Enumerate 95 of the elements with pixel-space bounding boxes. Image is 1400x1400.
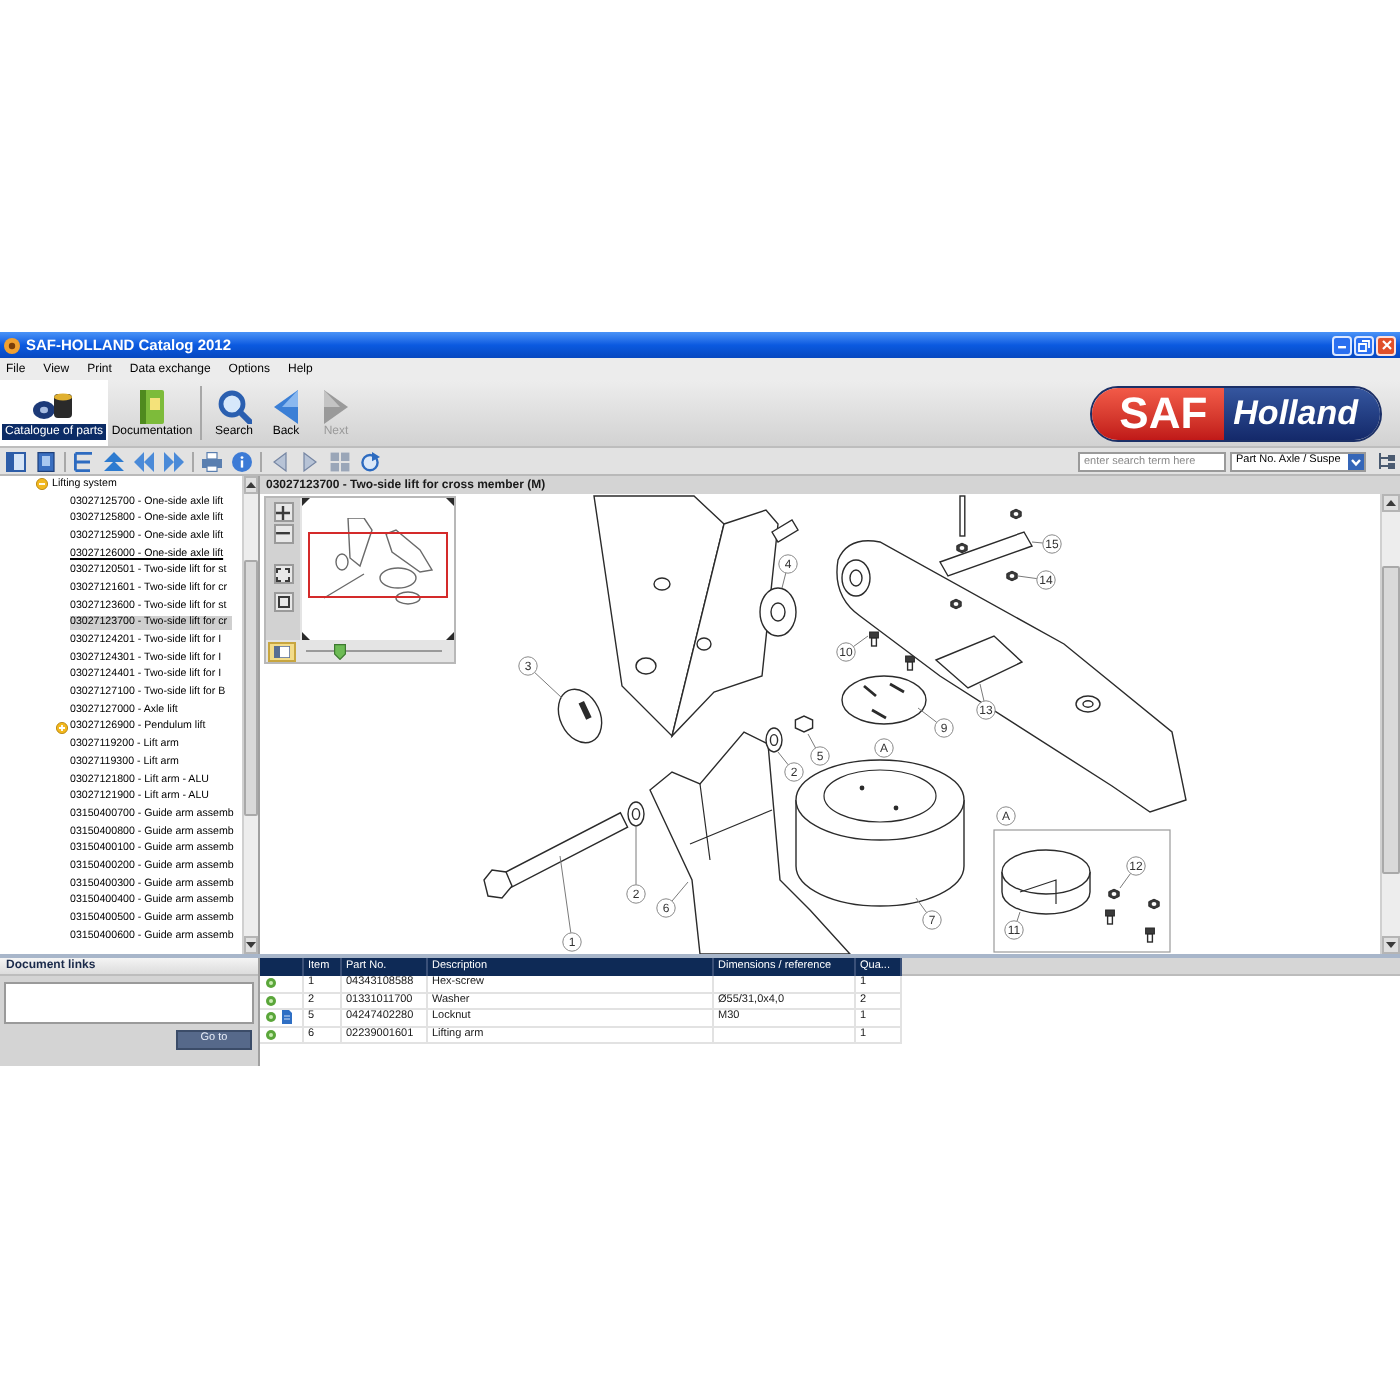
chevron-up-icon	[246, 482, 256, 488]
app-icon	[4, 337, 20, 353]
chevron-down-icon	[1386, 942, 1396, 948]
stud	[959, 495, 966, 537]
round-plate	[841, 675, 927, 725]
washer	[765, 727, 783, 753]
overview-thumbnail[interactable]	[302, 498, 454, 640]
framed-square-icon[interactable]	[36, 451, 56, 471]
logo-wordmark: Holland	[1223, 387, 1380, 439]
zoom-out-button[interactable]	[273, 524, 293, 544]
scrollbar-thumb[interactable]	[244, 560, 258, 816]
corner-handle-icon[interactable]	[302, 632, 310, 640]
overview-toggle-button[interactable]	[268, 641, 296, 661]
fit-to-window-button[interactable]	[273, 564, 293, 584]
printer-icon[interactable]	[202, 451, 222, 471]
actual-size-button[interactable]	[273, 592, 293, 612]
leader-line	[1016, 911, 1021, 922]
close-button[interactable]	[1376, 335, 1396, 355]
leader-line	[534, 671, 563, 699]
zoom-slider-thumb[interactable]	[334, 643, 346, 659]
leader-line	[1119, 872, 1132, 889]
close-icon	[1381, 340, 1391, 350]
leader-line	[979, 683, 985, 702]
chevron-up-icon	[1386, 500, 1396, 506]
scrollbar-track[interactable]	[242, 476, 258, 954]
nut	[950, 598, 962, 610]
nut	[956, 542, 968, 554]
corner-handle-icon[interactable]	[446, 498, 454, 506]
left-triangle-icon[interactable]	[270, 451, 290, 471]
restore-icon	[1358, 339, 1370, 351]
back-arrow-icon	[274, 389, 298, 423]
leader-line	[635, 825, 637, 886]
nut	[1108, 888, 1120, 900]
collapse-icon[interactable]	[36, 478, 48, 491]
scroll-down-button[interactable]	[244, 936, 258, 954]
square-icon	[277, 596, 289, 608]
scrollbar-thumb[interactable]	[1382, 566, 1400, 874]
leader-line	[915, 897, 928, 914]
minimize-button[interactable]	[1332, 335, 1352, 355]
corner-handle-icon[interactable]	[446, 632, 454, 640]
machine-parts-icon	[32, 392, 76, 420]
leader-line	[807, 733, 817, 749]
double-right-arrow-icon[interactable]	[164, 451, 184, 471]
cam-disc	[557, 688, 603, 744]
leader-line	[777, 751, 789, 766]
right-triangle-icon[interactable]	[300, 451, 320, 471]
leader-line	[1031, 541, 1044, 544]
zoom-in-button[interactable]	[273, 502, 293, 522]
expand-icon[interactable]	[56, 721, 68, 734]
zoom-slider-track[interactable]	[306, 643, 442, 659]
expand-arrows-icon	[276, 567, 290, 581]
dropdown-arrow-icon[interactable]	[1348, 453, 1364, 469]
nut	[1006, 570, 1018, 582]
minimize-icon	[1338, 346, 1346, 349]
restore-button[interactable]	[1354, 335, 1374, 355]
scroll-up-button[interactable]	[1382, 494, 1400, 512]
puck	[1001, 849, 1091, 915]
leader-line	[671, 881, 689, 902]
nut	[1010, 508, 1022, 520]
hierarchy-icon[interactable]	[1378, 452, 1396, 470]
up-arrows-icon[interactable]	[104, 451, 124, 471]
scroll-down-button[interactable]	[1382, 936, 1400, 954]
bolt	[1145, 927, 1155, 943]
corner-handle-icon[interactable]	[302, 498, 310, 506]
leader-line	[559, 855, 572, 934]
document-links-field[interactable]	[4, 982, 254, 1024]
tree-structure-icon[interactable]	[74, 451, 94, 471]
bolt	[905, 655, 915, 671]
washer	[627, 801, 645, 827]
info-icon[interactable]	[232, 451, 252, 471]
bolt	[1105, 909, 1115, 925]
search-icon	[217, 389, 251, 423]
scroll-up-button[interactable]	[244, 476, 258, 494]
plus-icon	[276, 505, 290, 519]
nut	[1148, 898, 1160, 910]
logo-wordmark: SAF	[1091, 387, 1224, 439]
panel-icon[interactable]	[6, 451, 26, 471]
next-arrow-icon	[324, 389, 348, 423]
viewport-frame[interactable]	[308, 532, 448, 598]
book-icon	[140, 389, 164, 423]
panel-icon	[274, 645, 290, 657]
leader-line	[852, 635, 869, 648]
clamp-plate	[938, 531, 1034, 577]
leader-line	[1017, 575, 1038, 580]
bolt	[869, 631, 879, 647]
minus-icon	[276, 532, 290, 536]
scrollbar-track[interactable]	[1380, 494, 1400, 954]
leader-line	[917, 707, 938, 723]
bushing	[759, 587, 797, 637]
chevron-down-icon	[246, 942, 256, 948]
document-icon[interactable]	[282, 1010, 292, 1025]
clamp-block	[934, 635, 1024, 689]
double-left-arrow-icon[interactable]	[134, 451, 154, 471]
thumbnail-drawing	[320, 518, 436, 610]
leader-line	[781, 572, 787, 589]
